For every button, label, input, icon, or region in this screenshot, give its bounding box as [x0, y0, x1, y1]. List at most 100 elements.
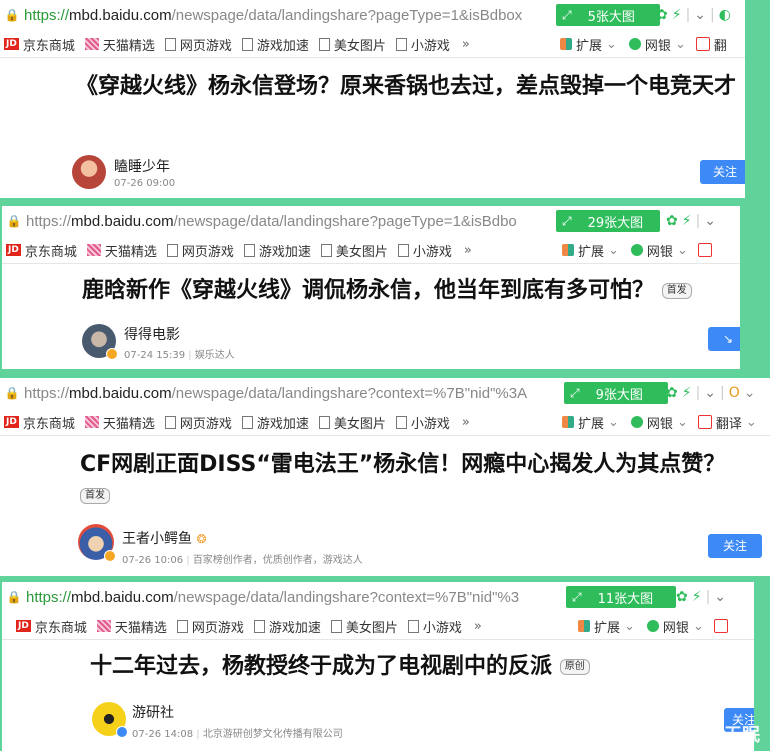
article-title[interactable]: 鹿晗新作《穿越火线》调侃杨永信，他当年到底有多可怕？ 首发	[82, 274, 732, 308]
url-text[interactable]: https://mbd.baidu.com/newspage/data/land…	[24, 7, 522, 24]
follow-button[interactable]: 关注	[708, 534, 762, 558]
bookmark-game-accel[interactable]: 游戏加速	[257, 35, 309, 54]
article-title[interactable]: CF网剧正面DISS“雷电法王”杨永信！网瘾中心揭发人为其点赞？	[80, 448, 760, 482]
author-name[interactable]: 王者小鳄鱼 ❂	[122, 528, 207, 548]
translate-button[interactable]: 翻	[714, 35, 727, 54]
divider: |	[710, 7, 715, 23]
bookmark-jd[interactable]: 京东商城	[35, 617, 87, 636]
bookmark-webgame[interactable]: 网页游戏	[192, 617, 244, 636]
lightning-icon[interactable]: ⚡	[672, 7, 682, 23]
bookmark-minigame[interactable]: 小游戏	[413, 241, 452, 260]
follow-button[interactable]: ↘	[708, 327, 740, 351]
bookmark-tmall[interactable]: 天猫精选	[103, 413, 155, 432]
url-text[interactable]: https://mbd.baidu.com/newspage/data/land…	[26, 589, 519, 606]
refresh-icon[interactable]: ✿	[676, 589, 688, 605]
avatar[interactable]	[72, 155, 106, 189]
bookmark-tmall[interactable]: 天猫精选	[105, 241, 157, 260]
divider: |	[695, 385, 701, 401]
refresh-icon[interactable]: ✿	[666, 385, 678, 401]
image-count-badge[interactable]: ⤢ 5张大图	[556, 4, 660, 26]
bookmark-jd[interactable]: 京东商城	[25, 241, 77, 260]
lightning-icon[interactable]: ⚡	[682, 385, 692, 401]
bookmark-pictures[interactable]: 美女图片	[346, 617, 398, 636]
chevron-down-icon[interactable]: ⌄	[704, 385, 716, 401]
bookmark-tmall[interactable]: 天猫精选	[115, 617, 167, 636]
bookmark-pictures[interactable]: 美女图片	[334, 35, 386, 54]
author-name[interactable]: 瞌睡少年	[114, 156, 170, 176]
translate-button[interactable]: 翻译	[716, 413, 742, 432]
publish-date: 07-26 09:00	[114, 178, 176, 189]
page-icon	[397, 243, 409, 257]
browser-icon[interactable]: ◐	[719, 7, 731, 23]
page-icon	[320, 243, 332, 257]
jd-icon: JD	[16, 620, 31, 632]
url-text[interactable]: https://mbd.baidu.com/newspage/data/land…	[24, 385, 527, 402]
lock-icon: 🔒	[6, 214, 22, 228]
bookmarks-bar: JD 京东商城 天猫精选 网页游戏 游戏加速 美女图片 小游戏 » 扩展 ⌄ 网银 ⌄…	[4, 413, 757, 432]
chevron-down-icon[interactable]: ⌄	[694, 7, 706, 23]
bookmark-jd[interactable]: 京东商城	[23, 413, 75, 432]
extensions-icon	[578, 620, 590, 632]
bookmark-minigame[interactable]: 小游戏	[411, 413, 450, 432]
bank-button[interactable]: 网银	[663, 617, 689, 636]
bookmark-jd[interactable]: 京东商城	[23, 35, 75, 54]
extensions-button[interactable]: 扩展	[578, 241, 604, 260]
refresh-icon[interactable]: ✿	[666, 213, 678, 229]
image-count-badge[interactable]: ⤢ 29张大图	[556, 210, 660, 232]
bookmark-webgame[interactable]: 网页游戏	[182, 241, 234, 260]
chevron-down-icon[interactable]: ⌄	[714, 589, 726, 605]
bookmark-game-accel[interactable]: 游戏加速	[257, 413, 309, 432]
bookmark-minigame[interactable]: 小游戏	[423, 617, 462, 636]
verified-badge	[116, 726, 128, 738]
extensions-button[interactable]: 扩展	[578, 413, 604, 432]
bookmark-webgame[interactable]: 网页游戏	[180, 413, 232, 432]
refresh-icon[interactable]: ✿	[656, 7, 668, 23]
lightning-icon[interactable]: ⚡	[692, 589, 702, 605]
creator-level-icon: ❂	[196, 532, 207, 546]
bookmark-pictures[interactable]: 美女图片	[336, 241, 388, 260]
page-icon	[164, 37, 176, 51]
extensions-icon	[562, 416, 574, 428]
more-bookmarks[interactable]: »	[474, 619, 482, 634]
image-count-badge[interactable]: ⤢ 9张大图	[564, 382, 668, 404]
page-icon	[395, 415, 407, 429]
bank-button[interactable]: 网银	[645, 35, 671, 54]
image-count-badge[interactable]: ⤢ 11张大图	[566, 586, 676, 608]
article-title[interactable]: 《穿越火线》杨永信登场？原来香锅也去过，差点毁掉一个电竞天才	[76, 70, 744, 104]
follow-button[interactable]: 关注	[700, 160, 745, 184]
bookmark-game-accel[interactable]: 游戏加速	[259, 241, 311, 260]
article-title[interactable]: 十二年过去，杨教授终于成为了电视剧中的反派 原创	[90, 650, 730, 684]
bookmark-webgame[interactable]: 网页游戏	[180, 35, 232, 54]
extensions-button[interactable]: 扩展	[576, 35, 602, 54]
chevron-down-icon[interactable]: ⌄	[704, 213, 716, 229]
bookmark-game-accel[interactable]: 游戏加速	[269, 617, 321, 636]
more-bookmarks[interactable]: »	[462, 37, 470, 52]
divider	[0, 435, 770, 436]
lock-icon: 🔒	[4, 8, 20, 22]
publish-meta: 07-26 14:08 | 北京游研创梦文化传播有限公司	[132, 729, 343, 740]
original-badge: 原创	[559, 659, 590, 675]
jd-icon: JD	[4, 416, 19, 428]
extensions-icon	[560, 38, 572, 50]
author-name[interactable]: 得得电影	[124, 324, 180, 344]
extensions-button[interactable]: 扩展	[594, 617, 620, 636]
translate-icon	[695, 37, 710, 51]
search-icon[interactable]: O	[729, 385, 740, 401]
divider: |	[705, 589, 711, 605]
more-bookmarks[interactable]: »	[464, 243, 472, 258]
bank-button[interactable]: 网银	[647, 413, 673, 432]
bank-icon	[630, 416, 643, 428]
bank-button[interactable]: 网银	[647, 241, 673, 260]
lock-icon: 🔒	[6, 590, 22, 604]
more-bookmarks[interactable]: »	[462, 415, 470, 430]
translate-icon	[713, 619, 728, 633]
page-icon	[176, 619, 188, 633]
bookmark-tmall[interactable]: 天猫精选	[103, 35, 155, 54]
page-icon	[330, 619, 342, 633]
url-text[interactable]: https://mbd.baidu.com/newspage/data/land…	[26, 213, 517, 230]
bookmark-minigame[interactable]: 小游戏	[411, 35, 450, 54]
lightning-icon[interactable]: ⚡	[682, 213, 692, 229]
publish-meta: 07-26 10:06 | 百家榜创作者，优质创作者，游戏达人	[122, 555, 363, 566]
author-name[interactable]: 游研社	[132, 702, 174, 722]
bookmark-pictures[interactable]: 美女图片	[334, 413, 386, 432]
